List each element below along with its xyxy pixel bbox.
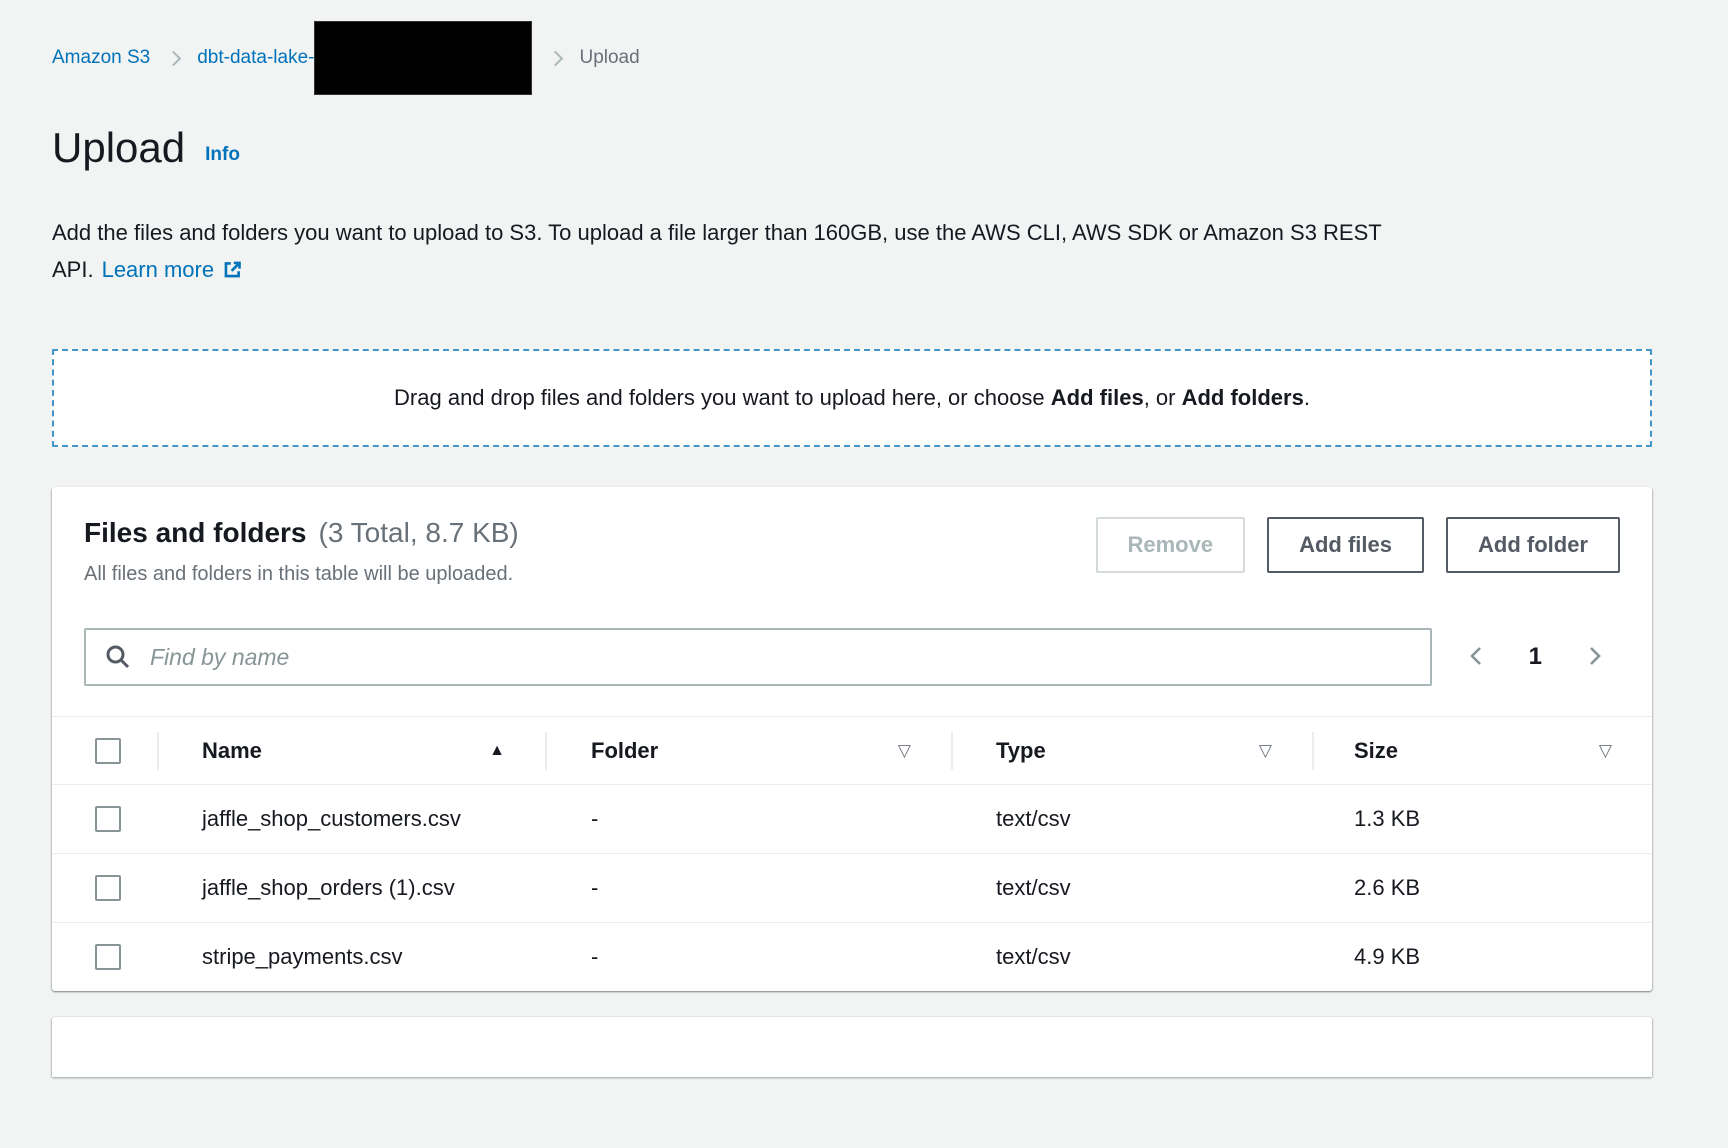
add-folder-button[interactable]: Add folder: [1446, 517, 1620, 573]
panel-subtitle: All files and folders in this table will…: [84, 563, 519, 586]
column-header-size[interactable]: Size ▽: [1312, 717, 1652, 784]
column-header-name[interactable]: Name ▲: [157, 717, 545, 784]
row-checkbox[interactable]: [95, 944, 121, 970]
pagination: 1: [1465, 642, 1620, 672]
row-checkbox-cell: [52, 944, 157, 970]
previous-page-button[interactable]: [1465, 644, 1489, 671]
redaction-box: [314, 21, 532, 95]
search-box: [84, 628, 1432, 686]
row-checkbox[interactable]: [95, 875, 121, 901]
learn-more-link[interactable]: Learn more: [102, 257, 244, 282]
add-files-button[interactable]: Add files: [1267, 517, 1424, 573]
dropzone-add-folders-text: Add folders: [1182, 385, 1304, 410]
breadcrumb: Amazon S3 dbt-data-lake- Upload: [52, 20, 1652, 96]
remove-button[interactable]: Remove: [1096, 517, 1246, 573]
breadcrumb-current: Upload: [579, 47, 639, 69]
dropzone-add-files-text: Add files: [1051, 385, 1144, 410]
table-header-row: Name ▲ Folder ▽ Type ▽ Size ▽: [52, 717, 1652, 785]
chevron-right-icon: [1582, 644, 1606, 671]
chevron-left-icon: [1465, 644, 1489, 671]
cell-size: 1.3 KB: [1312, 785, 1652, 853]
sortable-icon[interactable]: ▽: [898, 741, 911, 761]
cell-folder: -: [545, 923, 951, 991]
page-title-row: Upload Info: [52, 124, 1652, 172]
cell-type: text/csv: [951, 923, 1312, 991]
search-row: 1: [52, 628, 1652, 686]
search-input[interactable]: [84, 628, 1432, 686]
column-header-type[interactable]: Type ▽: [951, 717, 1312, 784]
panel-header-text: Files and folders (3 Total, 8.7 KB) All …: [84, 517, 519, 586]
panel-title: Files and folders: [84, 517, 307, 549]
upload-page: Amazon S3 dbt-data-lake- Upload Upload I…: [52, 20, 1652, 1077]
cell-type: text/csv: [951, 785, 1312, 853]
breadcrumb-bucket-label[interactable]: dbt-data-lake-: [197, 47, 314, 69]
cell-name: jaffle_shop_customers.csv: [157, 785, 545, 853]
cell-type: text/csv: [951, 854, 1312, 922]
drag-drop-zone[interactable]: Drag and drop files and folders you want…: [52, 349, 1652, 447]
description-text: Add the files and folders you want to up…: [52, 220, 1381, 282]
column-header-folder[interactable]: Folder ▽: [545, 717, 951, 784]
dropzone-message: Drag and drop files and folders you want…: [394, 385, 1310, 411]
panel-summary-count: (3 Total, 8.7 KB): [319, 517, 519, 549]
chevron-right-icon: [548, 50, 564, 66]
sortable-icon[interactable]: ▽: [1599, 741, 1612, 761]
page-title: Upload: [52, 124, 185, 172]
breadcrumb-amazon-s3-link[interactable]: Amazon S3: [52, 47, 150, 69]
row-checkbox-cell: [52, 806, 157, 832]
cell-size: 4.9 KB: [1312, 923, 1652, 991]
next-panel-partial: [52, 1017, 1652, 1077]
cell-size: 2.6 KB: [1312, 854, 1652, 922]
page-number-button[interactable]: 1: [1523, 642, 1548, 672]
row-checkbox[interactable]: [95, 806, 121, 832]
sort-ascending-icon[interactable]: ▲: [489, 742, 505, 760]
cell-name: stripe_payments.csv: [157, 923, 545, 991]
breadcrumb-bucket-link[interactable]: dbt-data-lake-: [197, 21, 532, 95]
sortable-icon[interactable]: ▽: [1259, 741, 1272, 761]
cell-name: jaffle_shop_orders (1).csv: [157, 854, 545, 922]
table-row: jaffle_shop_customers.csv - text/csv 1.3…: [52, 785, 1652, 854]
files-table: Name ▲ Folder ▽ Type ▽ Size ▽ jaffl: [52, 716, 1652, 991]
panel-header: Files and folders (3 Total, 8.7 KB) All …: [52, 517, 1652, 586]
info-link[interactable]: Info: [205, 144, 240, 166]
panel-actions: Remove Add files Add folder: [1096, 517, 1621, 573]
select-all-checkbox[interactable]: [95, 738, 121, 764]
files-and-folders-panel: Files and folders (3 Total, 8.7 KB) All …: [52, 487, 1652, 991]
table-row: jaffle_shop_orders (1).csv - text/csv 2.…: [52, 854, 1652, 923]
table-header-checkbox-cell: [52, 738, 157, 764]
table-row: stripe_payments.csv - text/csv 4.9 KB: [52, 923, 1652, 991]
next-page-button[interactable]: [1582, 644, 1606, 671]
cell-folder: -: [545, 854, 951, 922]
row-checkbox-cell: [52, 875, 157, 901]
chevron-right-icon: [166, 50, 182, 66]
external-link-icon: [222, 254, 243, 291]
page-description: Add the files and folders you want to up…: [52, 214, 1504, 291]
cell-folder: -: [545, 785, 951, 853]
